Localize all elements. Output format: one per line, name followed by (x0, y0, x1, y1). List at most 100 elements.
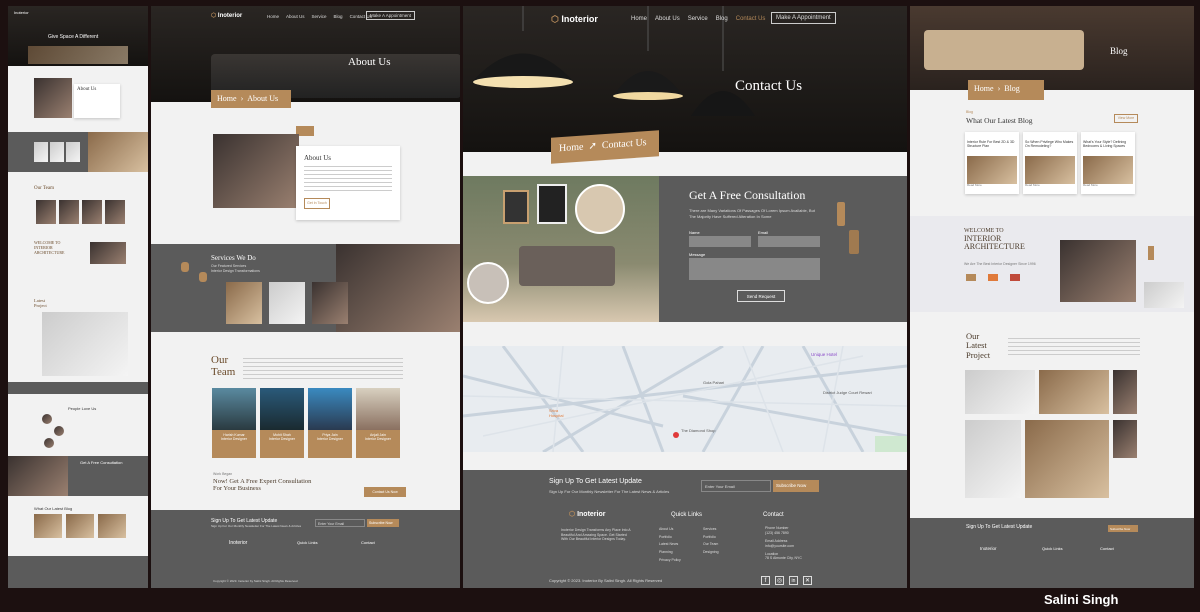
hero-title: Blog (1110, 46, 1128, 56)
welcome-section: WELCOME TO INTERIOR ARCHITECTURE We Are … (910, 216, 1194, 312)
project-image[interactable] (1113, 370, 1137, 414)
nav-service[interactable]: Service (688, 16, 708, 22)
footer-link[interactable]: Services (703, 526, 719, 534)
blog-card[interactable]: So When Privilege Who Makes On Remodelin… (1023, 132, 1077, 194)
nav-service[interactable]: Service (312, 14, 327, 19)
nav-blog[interactable]: Blog (334, 14, 343, 19)
footer: Sign Up To Get Latest Update Sign Up For… (151, 510, 460, 588)
project-image[interactable] (1113, 420, 1137, 458)
footer-description: Inoterior Design Transforms Any Place In… (561, 528, 631, 542)
consult-image (8, 456, 68, 496)
testimonial-avatar (42, 414, 52, 424)
round-inset-image (467, 262, 509, 304)
latest-l3: Project (966, 349, 991, 360)
breadcrumb-home[interactable]: Home (974, 84, 994, 96)
project-image[interactable] (1025, 420, 1109, 498)
appointment-button[interactable]: Make A Appointment (366, 11, 416, 20)
map-label-hospital[interactable]: Sriva Hospital (549, 408, 569, 418)
footer-link[interactable]: About Us (659, 526, 681, 534)
read-more-link[interactable]: Read More (1025, 183, 1075, 188)
breadcrumb-current: Blog (1004, 84, 1020, 93)
nav-home[interactable]: Home (631, 16, 647, 22)
blog-post-title: So When Privilege Who Makes On Remodelin… (1025, 140, 1074, 148)
email-input[interactable]: Enter Your Email (701, 480, 771, 492)
project-image[interactable] (965, 370, 1035, 414)
blog-card[interactable]: What's Your Style? Defining Bedrooms & L… (1081, 132, 1135, 194)
hero-section: Inoterior Give Space A Different (8, 6, 148, 66)
team-member-card[interactable]: Priya Jain Interior Designer (308, 388, 352, 458)
footer-link[interactable]: Planning (659, 549, 681, 557)
breadcrumb-home[interactable]: Home (559, 142, 583, 158)
service-card[interactable] (312, 282, 348, 324)
footer-link[interactable]: Portfolio (703, 534, 719, 542)
nav-home[interactable]: Home (267, 14, 279, 19)
lamp-icon (199, 272, 207, 282)
pendant-lamp-icon (1148, 246, 1154, 260)
nav-about[interactable]: About Us (286, 14, 305, 19)
blog-card[interactable] (34, 514, 62, 538)
subscribe-button[interactable]: Subscribe Now (1108, 525, 1138, 532)
contact-now-button[interactable]: Contact Us Now (364, 487, 406, 497)
breadcrumb-home[interactable]: Home (217, 94, 237, 104)
map-label-shop[interactable]: The Diamond Shop (681, 428, 715, 433)
read-more-link[interactable]: Read More (967, 183, 1017, 188)
people-title: People Love Us (68, 406, 97, 411)
footer-link[interactable]: Latest News (659, 541, 681, 549)
footer-link[interactable]: Our Team (703, 541, 719, 549)
about-text (304, 166, 392, 192)
nav-blog[interactable]: Blog (716, 16, 728, 22)
footer-link[interactable]: Designing (703, 549, 719, 557)
map-label-road[interactable]: Gola Pahari (703, 380, 724, 385)
map-pin-icon[interactable] (673, 432, 679, 438)
email-input[interactable]: Enter Your Email (315, 519, 365, 527)
blog-card[interactable] (98, 514, 126, 538)
instagram-icon[interactable]: ◎ (775, 576, 784, 585)
phone-value[interactable]: (123) 456 7890 (765, 531, 802, 536)
brand-logo[interactable]: Inoterior (14, 10, 29, 15)
project-image[interactable] (965, 420, 1021, 498)
project-image[interactable] (1039, 370, 1109, 414)
message-field[interactable] (689, 258, 820, 280)
footer-logo[interactable]: Inoterior (229, 540, 247, 546)
subscribe-button[interactable]: Subscribe Now (367, 519, 399, 527)
brand-logo[interactable]: ⬡ Inoterior (551, 14, 598, 25)
sofa-icon (966, 274, 976, 281)
linkedin-icon[interactable]: in (789, 576, 798, 585)
map-label-hotel[interactable]: Unique Hotel (811, 352, 837, 357)
footer-link[interactable]: Portfolio (659, 534, 681, 542)
map[interactable]: Unique Hotel District Judge Court Rewari… (463, 346, 907, 452)
map-label-court[interactable]: District Judge Court Rewari (823, 390, 873, 395)
team-photo (212, 388, 256, 430)
team-member-card[interactable]: Mohit Shah Interior Designer (260, 388, 304, 458)
name-field[interactable] (689, 236, 751, 247)
about-button[interactable]: Get In Touch (304, 198, 330, 209)
service-card[interactable] (226, 282, 262, 324)
facebook-icon[interactable]: f (761, 576, 770, 585)
team-role: Interior Designer (221, 437, 247, 441)
read-more-link[interactable]: Read More (1083, 183, 1133, 188)
send-request-button[interactable]: Send Request (737, 290, 785, 302)
nav-about[interactable]: About Us (655, 16, 680, 22)
footer-logo[interactable]: Inoterior (980, 546, 997, 551)
services-section: Services We Do Our Featured Services Int… (151, 244, 460, 332)
email-field[interactable] (758, 236, 820, 247)
service-card[interactable] (269, 282, 305, 324)
x-twitter-icon[interactable]: ✕ (803, 576, 812, 585)
welcome-image (1060, 240, 1136, 302)
appointment-button[interactable]: Make A Appointment (771, 12, 836, 24)
main-nav: Home About Us Service Blog Contact Us (631, 16, 765, 22)
blog-card[interactable] (66, 514, 94, 538)
nav-contact[interactable]: Contact Us (736, 16, 766, 22)
lamp-glow (613, 92, 683, 100)
team-member-card[interactable]: Anjali Jain Interior Designer (356, 388, 400, 458)
brand-logo[interactable]: ⬡ Inoterior (211, 12, 242, 19)
subscribe-button[interactable]: Subscribe Now (773, 480, 819, 492)
footer-logo[interactable]: ⬡ Inoterior (569, 510, 605, 518)
email-value[interactable]: info@yoursite.com (765, 544, 802, 549)
team-member-card[interactable]: Harish Kumar Interior Designer (212, 388, 256, 458)
view-more-button[interactable]: View More (1114, 114, 1138, 123)
team-title: Our Team (34, 186, 54, 191)
footer-link[interactable]: Privacy Policy (659, 557, 681, 565)
signup-title: Sign Up To Get Latest Update (966, 524, 1033, 530)
blog-card[interactable]: Interior Rule For Best 2D & 3D Structure… (965, 132, 1019, 194)
